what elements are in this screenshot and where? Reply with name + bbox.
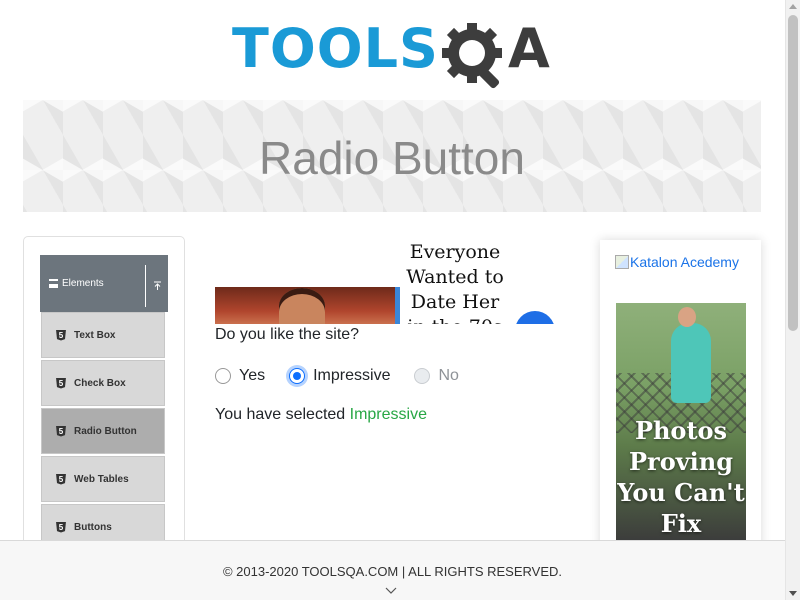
page-footer: © 2013-2020 TOOLSQA.COM | ALL RIGHTS RES… [0,540,785,600]
sidebar-item-label: Buttons [74,521,112,533]
menu-icon [49,279,58,288]
radio-no [414,368,431,384]
katalon-ad-alt-text[interactable]: Katalon Acedemy [630,254,739,270]
html5-icon: 5 [56,425,66,437]
sidebar-item-label: Web Tables [74,473,129,485]
sidebar-item-radio-button[interactable]: 5 Radio Button [41,408,165,454]
ad-next-button[interactable] [515,311,555,324]
radio-group: Yes Impressive No [215,365,459,387]
middle-advertisement[interactable]: Everyone Wanted to Date Her in the 70s [215,240,555,324]
page-banner: Radio Button [23,100,761,212]
elements-group-header[interactable]: Elements [40,255,168,312]
right-advertisement[interactable]: Katalon Acedemy Photos Proving You Can't… [600,240,761,580]
radio-yes-label[interactable]: Yes [239,367,265,385]
logo-qa-text: A [508,17,550,80]
copyright-text: © 2013-2020 TOOLSQA.COM | ALL RIGHTS RES… [222,564,563,579]
html5-icon: 5 [56,377,66,389]
katalon-ad-link[interactable]: Katalon Acedemy [615,254,739,270]
chevron-down-icon[interactable] [385,585,397,597]
sidebar-item-text-box[interactable]: 5 Text Box [41,312,165,358]
ad-photo-accent [395,287,400,324]
html5-icon: 5 [56,473,66,485]
sidebar-item-label: Check Box [74,377,126,389]
selection-result: You have selected Impressive [215,406,427,424]
ad-photo-head [678,307,696,327]
sidebar-item-label: Radio Button [74,425,137,437]
html5-icon: 5 [56,329,66,341]
group-label: Elements [62,278,104,289]
toolsqa-logo[interactable]: TOOLS A [232,15,556,90]
sidebar-item-label: Text Box [74,329,116,341]
scrollbar-thumb[interactable] [788,15,798,331]
radio-yes[interactable] [215,368,231,384]
result-prefix: You have selected [215,406,350,423]
scroll-up-icon[interactable] [789,4,797,9]
scroll-down-icon[interactable] [789,591,797,596]
html5-icon: 5 [56,521,66,533]
radio-impressive[interactable] [289,368,306,384]
radio-impressive-label[interactable]: Impressive [313,367,390,385]
radio-no-label: No [438,367,459,384]
ad-caption[interactable]: Photos Proving You Can't Fix Stupid [616,415,746,543]
ad-headline[interactable]: Everyone Wanted to Date Her in the 70s [401,240,509,324]
logo-brand-text: TOOLS [232,17,439,80]
ad-photo-portrait [279,288,325,324]
ad-photo-figure [671,323,711,403]
radio-question: Do you like the site? [215,326,360,343]
vertical-scrollbar[interactable] [785,0,800,600]
sidebar-item-check-box[interactable]: 5 Check Box [41,360,165,406]
result-value: Impressive [349,406,427,423]
gear-magnifier-icon [442,23,502,89]
page-title: Radio Button [259,132,525,184]
left-sidebar: Elements 5 Text Box 5 Check Box 5 Radio … [23,236,185,576]
sidebar-item-web-tables[interactable]: 5 Web Tables [41,456,165,502]
collapse-arrow-icon[interactable] [145,265,168,307]
broken-image-icon [615,255,629,269]
ad-photo[interactable]: Photos Proving You Can't Fix Stupid [616,303,746,543]
